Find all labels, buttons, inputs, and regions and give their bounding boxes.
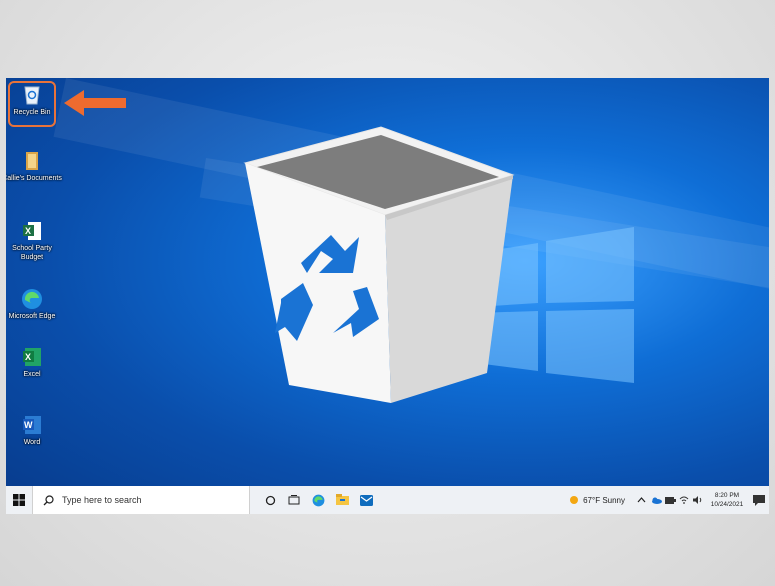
recycle-bin-highlight — [8, 81, 56, 127]
volume-button[interactable] — [691, 486, 705, 514]
search-placeholder: Type here to search — [62, 495, 142, 505]
cortana-button[interactable] — [258, 486, 282, 514]
clock-button[interactable]: 8:20 PM 10/24/2021 — [705, 486, 749, 514]
battery-button[interactable] — [663, 486, 677, 514]
file-explorer-icon — [335, 494, 349, 505]
search-icon — [43, 494, 54, 505]
svg-text:W: W — [24, 420, 33, 430]
word-icon: W — [21, 414, 43, 436]
notification-icon — [753, 494, 765, 506]
desktop-icon-school-party-budget[interactable]: X School Party Budget — [6, 220, 62, 262]
start-button[interactable] — [6, 486, 32, 514]
edge-icon — [312, 494, 324, 506]
desktop-icon-word[interactable]: W Word — [6, 414, 62, 447]
weather-widget[interactable]: 67°F Sunny — [569, 486, 625, 514]
desktop: Recycle Bin Callie's Documents X School … — [6, 78, 769, 514]
desktop-icon-excel[interactable]: X Excel — [6, 346, 62, 379]
mail-icon — [359, 494, 373, 506]
sun-icon — [570, 496, 579, 504]
excel-icon: X — [21, 346, 43, 368]
windows-start-icon — [13, 494, 25, 506]
desktop-icon-callies-documents[interactable]: Callie's Documents — [6, 150, 62, 183]
weather-text: 67°F Sunny — [583, 495, 625, 505]
excel-file-icon: X — [21, 220, 43, 242]
network-button[interactable] — [677, 486, 691, 514]
folder-icon — [21, 150, 43, 172]
clock: 8:20 PM 10/24/2021 — [711, 491, 744, 509]
task-view-button[interactable] — [282, 486, 306, 514]
cloud-icon — [651, 497, 662, 504]
taskbar-mail-button[interactable] — [354, 486, 378, 514]
speaker-icon — [693, 496, 702, 504]
desktop-icon-microsoft-edge[interactable]: Microsoft Edge — [6, 288, 62, 321]
task-view-icon — [288, 494, 300, 504]
taskbar-edge-button[interactable] — [306, 486, 330, 514]
arrow-pointer — [64, 90, 126, 116]
show-hidden-icons-button[interactable] — [633, 486, 649, 514]
svg-text:X: X — [25, 352, 31, 362]
taskbar-file-explorer-button[interactable] — [330, 486, 354, 514]
onedrive-button[interactable] — [649, 486, 663, 514]
clock-time: 8:20 PM — [714, 492, 740, 499]
edge-icon — [21, 288, 43, 310]
chevron-up-icon — [637, 497, 645, 503]
svg-text:X: X — [25, 226, 31, 236]
clock-date: 10/24/2021 — [710, 501, 744, 508]
cortana-icon — [265, 495, 275, 505]
battery-icon — [664, 496, 676, 504]
search-box[interactable]: Type here to search — [32, 486, 250, 514]
recycle-bin-illustration — [243, 126, 515, 403]
wifi-icon — [679, 496, 689, 504]
taskbar: Type here to search 67°F Sunny 8:20 PM 1… — [6, 486, 769, 514]
notifications-button[interactable] — [749, 486, 769, 514]
